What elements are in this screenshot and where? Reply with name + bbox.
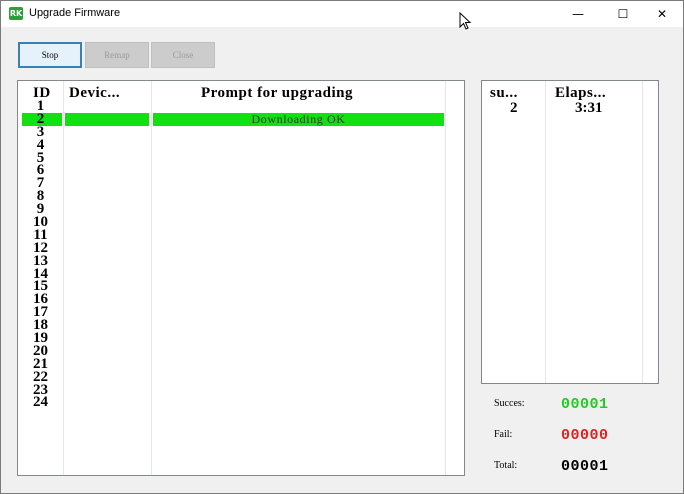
column-separator	[642, 81, 643, 383]
fail-value: 00000	[561, 427, 609, 444]
window-title: Upgrade Firmware	[29, 7, 121, 19]
fail-label: Fail:	[494, 429, 513, 440]
total-value: 00001	[561, 458, 609, 475]
column-separator	[445, 81, 446, 475]
prompt-cell: Downloading OK	[251, 112, 346, 126]
close-button[interactable]: Close	[151, 42, 215, 68]
elapsed-time-cell: 3:31	[575, 100, 603, 116]
id-cell: 24	[33, 394, 48, 411]
close-window-button[interactable]: ✕	[639, 1, 684, 27]
app-icon: RK	[9, 7, 23, 20]
success-label: Succes:	[494, 398, 525, 409]
selected-row-highlight	[65, 113, 149, 126]
column-header-device[interactable]: Devic...	[69, 85, 120, 102]
success-count-cell: 2	[510, 100, 518, 116]
minimize-button[interactable]: —	[555, 1, 601, 27]
column-separator	[151, 81, 152, 475]
column-header-prompt[interactable]: Prompt for upgrading	[201, 85, 353, 102]
mouse-cursor-icon	[459, 11, 472, 35]
id-column: 1 2 3 4 5 6 7 8 9 10 11 12 13 14 15 16 17 18 19 20 21 22 23 24	[18, 99, 63, 411]
status-list[interactable]: su... Elaps... 2 3:31	[481, 80, 659, 384]
stop-button[interactable]: Stop	[18, 42, 82, 68]
success-value: 00001	[561, 396, 609, 413]
device-list[interactable]: ID Devic... Prompt for upgrading Downloa…	[17, 80, 465, 476]
remap-button[interactable]: Remap	[85, 42, 149, 68]
upgrade-firmware-window: RK Upgrade Firmware — ☐ ✕ Stop Remap Clo…	[0, 0, 684, 494]
total-label: Total:	[494, 460, 518, 471]
column-separator	[63, 81, 64, 475]
title-bar[interactable]: RK Upgrade Firmware — ☐ ✕	[1, 1, 684, 30]
column-separator	[545, 81, 546, 383]
